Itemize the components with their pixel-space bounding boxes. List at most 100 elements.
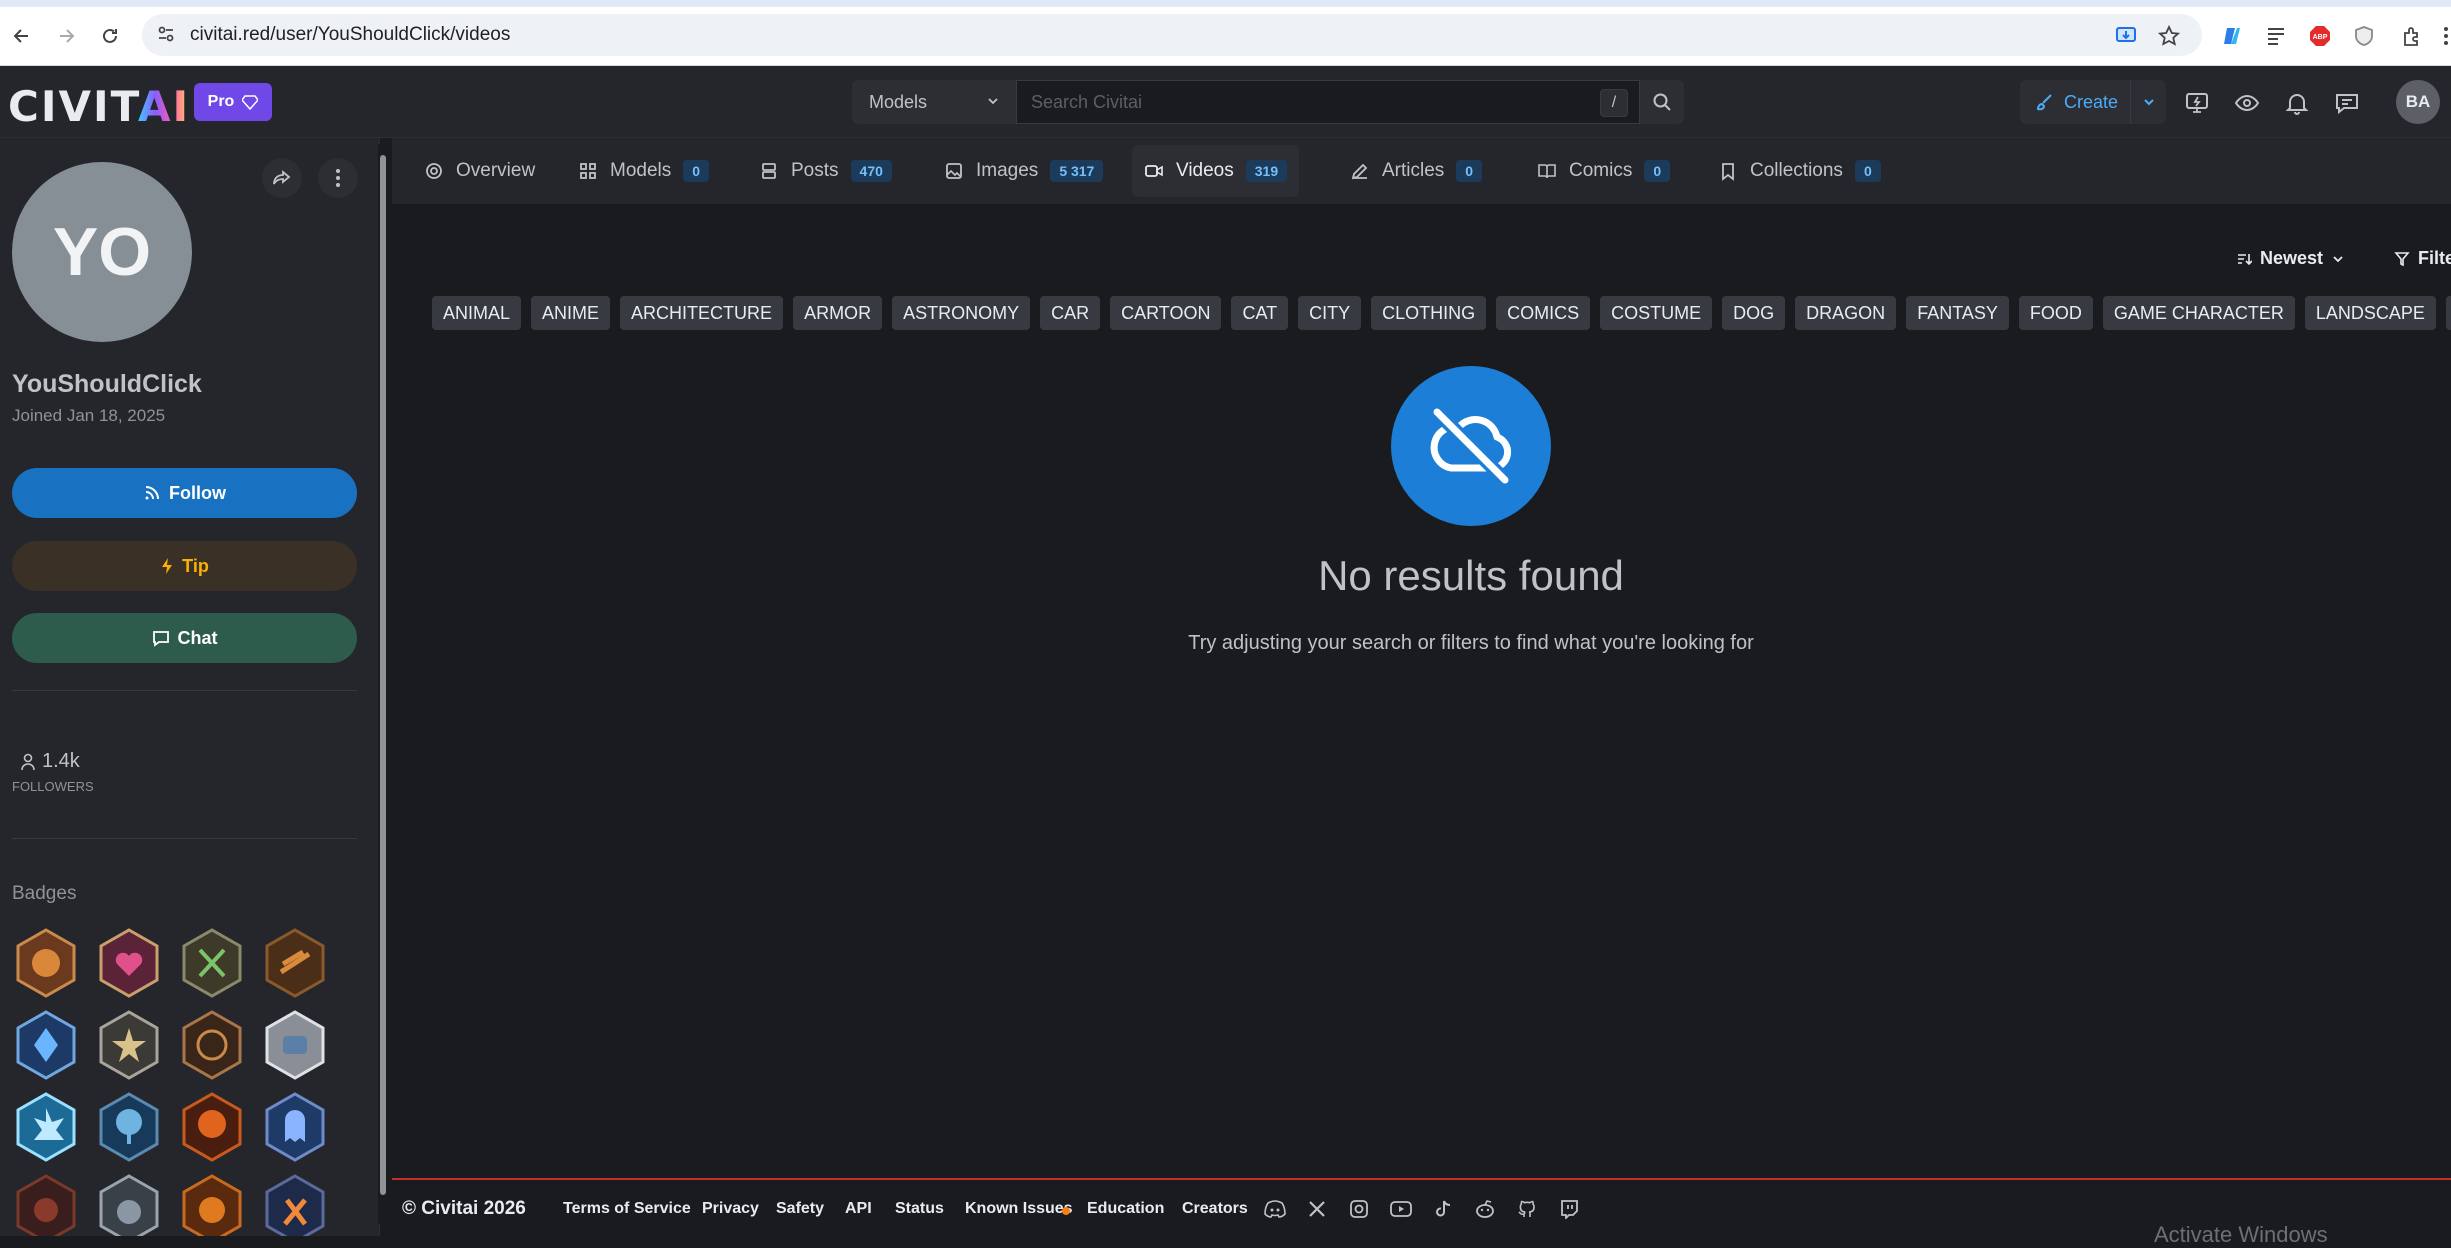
- tab-count: 319: [1245, 160, 1288, 182]
- tab-comics[interactable]: Comics 0: [1525, 145, 1682, 197]
- tab-videos[interactable]: Videos 319: [1132, 145, 1300, 197]
- site-info-icon[interactable]: [156, 24, 176, 44]
- x-icon[interactable]: [1304, 1196, 1330, 1222]
- badge-icon[interactable]: [97, 928, 161, 998]
- footer-link-privacy[interactable]: Privacy: [702, 1200, 759, 1218]
- tag-chip[interactable]: ANIMAL: [432, 296, 522, 330]
- badge-icon[interactable]: [14, 1092, 78, 1162]
- tag-chip[interactable]: FOOD: [2018, 296, 2093, 330]
- tag-chip[interactable]: CARTOON: [1110, 296, 1222, 330]
- badge-icon[interactable]: [14, 1174, 78, 1236]
- share-button[interactable]: [262, 158, 302, 198]
- civitai-logo[interactable]: CIVITAI: [8, 82, 190, 131]
- tag-chip[interactable]: DOG: [1722, 296, 1786, 330]
- footer-link-terms[interactable]: Terms of Service: [563, 1200, 691, 1218]
- buzz-monitor-icon[interactable]: [2182, 88, 2212, 118]
- url-text[interactable]: civitai.red/user/YouShouldClick/videos: [190, 24, 510, 46]
- extensions-icon[interactable]: [2398, 22, 2426, 50]
- footer-link-known-issues[interactable]: Known Issues: [965, 1200, 1073, 1218]
- badge-icon[interactable]: [263, 1010, 327, 1080]
- badge-icon[interactable]: [180, 1092, 244, 1162]
- badge-icon[interactable]: [180, 1010, 244, 1080]
- tag-chip[interactable]: ARCHITECTURE: [620, 296, 784, 330]
- pro-button[interactable]: Pro: [194, 83, 272, 121]
- tag-chip[interactable]: CITY: [1298, 296, 1362, 330]
- tag-chip[interactable]: COSTUME: [1600, 296, 1713, 330]
- install-app-icon[interactable]: [2112, 22, 2140, 50]
- badge-icon[interactable]: [97, 1174, 161, 1236]
- forward-icon[interactable]: [52, 22, 80, 50]
- footer-link-safety[interactable]: Safety: [776, 1200, 824, 1218]
- browser-menu-icon[interactable]: [2432, 22, 2451, 50]
- notifications-bell-icon[interactable]: [2282, 88, 2312, 118]
- follow-button[interactable]: Follow: [12, 468, 357, 518]
- chat-messages-icon[interactable]: [2332, 88, 2362, 118]
- tab-collections[interactable]: Collections 0: [1706, 145, 1893, 197]
- footer-link-education[interactable]: Education: [1087, 1200, 1164, 1218]
- sort-dropdown[interactable]: Newest: [2236, 248, 2345, 269]
- back-icon[interactable]: [8, 22, 36, 50]
- footer-link-creators[interactable]: Creators: [1182, 1200, 1248, 1218]
- reload-icon[interactable]: [96, 22, 124, 50]
- user-icon: [21, 753, 35, 770]
- tag-chip[interactable]: MAN: [2445, 296, 2451, 330]
- tab-overview[interactable]: Overview: [412, 145, 547, 197]
- badge-icon[interactable]: [263, 1092, 327, 1162]
- badge-icon[interactable]: [97, 1010, 161, 1080]
- followers-label: FOLLOWERS: [12, 779, 94, 794]
- tag-chip[interactable]: CLOTHING: [1371, 296, 1487, 330]
- tiktok-icon[interactable]: [1430, 1196, 1456, 1222]
- tab-models[interactable]: Models 0: [566, 145, 721, 197]
- tab-articles[interactable]: Articles 0: [1338, 145, 1494, 197]
- chat-button[interactable]: Chat: [12, 613, 357, 663]
- badge-icon[interactable]: [263, 1174, 327, 1236]
- search-type-select[interactable]: Models: [852, 80, 1016, 124]
- tag-chip[interactable]: DRAGON: [1795, 296, 1897, 330]
- youtube-icon[interactable]: [1388, 1196, 1414, 1222]
- tag-chip[interactable]: CAR: [1040, 296, 1101, 330]
- more-options-button[interactable]: [318, 158, 358, 198]
- filters-button[interactable]: Filte: [2394, 248, 2451, 269]
- reading-list-icon[interactable]: [2262, 22, 2290, 50]
- badge-icon[interactable]: [180, 1174, 244, 1236]
- shield-icon[interactable]: [2350, 22, 2378, 50]
- tag-chip[interactable]: ANIME: [531, 296, 611, 330]
- tag-chip[interactable]: ARMOR: [793, 296, 883, 330]
- sidebar-scroll-thumb[interactable]: [380, 155, 386, 1195]
- chevron-down-icon: [988, 98, 998, 105]
- tab-images[interactable]: Images 5 317: [932, 145, 1115, 197]
- bookmark-star-icon[interactable]: [2155, 22, 2183, 50]
- badge-icon[interactable]: [97, 1092, 161, 1162]
- tag-chip[interactable]: COMICS: [1496, 296, 1591, 330]
- tag-chip[interactable]: CAT: [1231, 296, 1289, 330]
- instagram-icon[interactable]: [1346, 1196, 1372, 1222]
- user-avatar[interactable]: BA: [2396, 80, 2440, 124]
- tag-chip[interactable]: ASTRONOMY: [892, 296, 1031, 330]
- twitch-icon[interactable]: [1556, 1196, 1582, 1222]
- footer-link-api[interactable]: API: [845, 1200, 872, 1218]
- chevron-down-icon: [2143, 99, 2154, 106]
- discord-icon[interactable]: [1262, 1196, 1288, 1222]
- create-menu-toggle[interactable]: [2130, 80, 2166, 124]
- badge-icon[interactable]: [14, 928, 78, 998]
- message-icon: [152, 631, 169, 647]
- badge-icon[interactable]: [180, 928, 244, 998]
- tab-count: 5 317: [1050, 160, 1104, 182]
- tag-chip[interactable]: FANTASY: [1906, 296, 2009, 330]
- tab-posts[interactable]: Posts 470: [747, 145, 904, 197]
- search-input[interactable]: Search Civitai: [1016, 80, 1640, 124]
- reddit-icon[interactable]: [1472, 1196, 1498, 1222]
- adblock-icon[interactable]: ABP: [2306, 22, 2334, 50]
- github-icon[interactable]: [1514, 1196, 1540, 1222]
- tag-chip[interactable]: LANDSCAPE: [2304, 296, 2436, 330]
- search-button[interactable]: [1640, 80, 1684, 124]
- profile-avatar: YO: [12, 162, 192, 342]
- tip-button[interactable]: Tip: [12, 541, 357, 591]
- bolt-icon: [162, 558, 173, 574]
- tag-chip[interactable]: GAME CHARACTER: [2102, 296, 2295, 330]
- badge-icon[interactable]: [14, 1010, 78, 1080]
- browsing-level-icon[interactable]: [2232, 88, 2262, 118]
- copilot-icon[interactable]: [2218, 22, 2246, 50]
- footer-link-status[interactable]: Status: [895, 1200, 944, 1218]
- badge-icon[interactable]: [263, 928, 327, 998]
